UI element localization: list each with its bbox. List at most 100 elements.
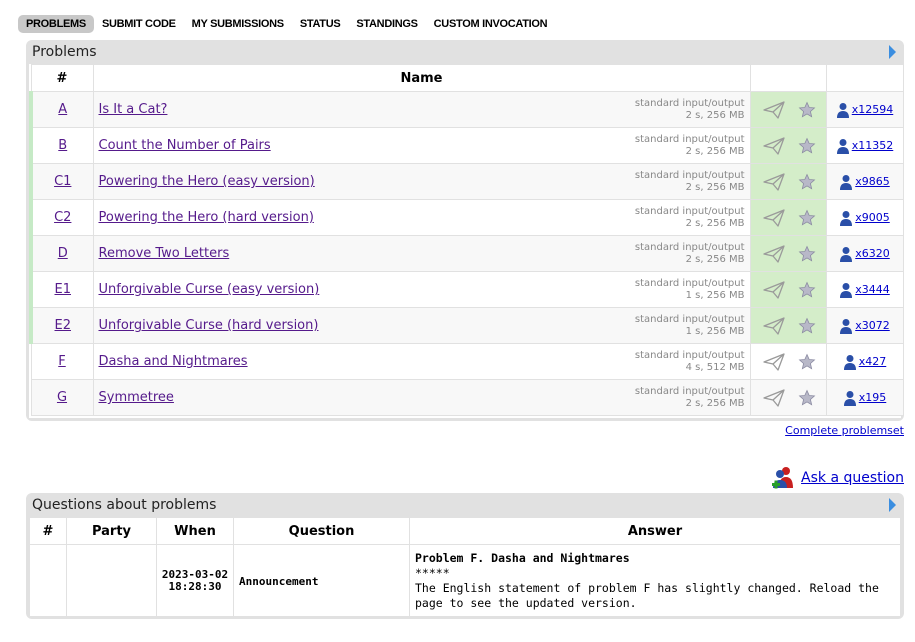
problem-limits: standard input/output 2 s, 256 MB (635, 98, 745, 122)
favorite-star-icon (798, 245, 815, 262)
favorite-star-icon (798, 137, 815, 154)
questions-panel-header: Questions about problems (26, 493, 904, 517)
submit-button[interactable] (762, 137, 785, 159)
problem-name-link[interactable]: Is It a Cat? (99, 102, 168, 117)
problem-solved-cell: x3444 (825, 271, 904, 308)
favorite-button[interactable] (798, 353, 816, 375)
questions-table: # Party When Question Answer 2023-03-02 … (29, 517, 901, 618)
submit-plane-icon (762, 137, 785, 155)
problem-name-link[interactable]: Powering the Hero (hard version) (99, 210, 314, 225)
submit-button[interactable] (762, 353, 785, 375)
user-icon (840, 318, 853, 334)
problem-io: standard input/output (634, 170, 745, 181)
nav-custom-invocation[interactable]: CUSTOM INVOCATION (426, 15, 556, 33)
submit-button[interactable] (762, 101, 785, 123)
problem-index-link[interactable]: F (58, 354, 65, 369)
favorite-button[interactable] (798, 173, 816, 195)
problem-limits: standard input/output 2 s, 256 MB (635, 242, 745, 266)
problem-solved-cell: x3072 (825, 307, 904, 344)
header-answer: Answer (409, 517, 901, 545)
problem-limits: standard input/output 2 s, 256 MB (635, 134, 745, 158)
problem-name-link[interactable]: Unforgivable Curse (hard version) (99, 318, 319, 333)
solved-count-link[interactable]: x195 (859, 391, 887, 404)
header-q-index: # (29, 517, 67, 545)
problem-name-link[interactable]: Remove Two Letters (99, 246, 230, 261)
problem-row: C2 Powering the Hero (hard version) standa… (29, 199, 904, 236)
solved-count-link[interactable]: x9865 (855, 175, 890, 188)
problem-name-cell: Is It a Cat? standard input/output 2 s, 25… (92, 91, 751, 128)
problem-index-cell: G (30, 379, 94, 416)
submit-button[interactable] (762, 209, 785, 231)
header-actions (749, 64, 827, 92)
problem-solved-cell: x9865 (825, 163, 904, 200)
problem-name-link[interactable]: Powering the Hero (easy version) (99, 174, 315, 189)
complete-problemset-link[interactable]: Complete problemset (785, 424, 904, 437)
problem-name-link[interactable]: Count the Number of Pairs (99, 138, 271, 153)
problem-time-memory: 2 s, 256 MB (685, 398, 745, 409)
problem-limits: standard input/output 1 s, 256 MB (635, 314, 745, 338)
favorite-button[interactable] (798, 317, 816, 339)
submit-button[interactable] (762, 245, 785, 267)
problem-time-memory: 2 s, 256 MB (685, 110, 745, 121)
solved-count-link[interactable]: x3072 (855, 319, 890, 332)
problems-panel-title: Problems (32, 44, 97, 60)
nav-standings[interactable]: STANDINGS (348, 15, 425, 33)
nav-problems[interactable]: PROBLEMS (18, 15, 94, 33)
problem-index-cell: C1 (29, 163, 94, 200)
problem-io: standard input/output (634, 278, 745, 289)
favorite-button[interactable] (798, 281, 816, 303)
problem-index-link[interactable]: E2 (55, 318, 72, 333)
problem-index-link[interactable]: E1 (55, 282, 72, 297)
expand-arrow-icon[interactable] (889, 498, 896, 512)
submit-button[interactable] (762, 317, 785, 339)
ask-question: Ask a question (771, 466, 904, 490)
favorite-button[interactable] (798, 101, 816, 123)
problem-index-link[interactable]: A (58, 102, 67, 117)
nav-status[interactable]: STATUS (292, 15, 349, 33)
problem-name-link[interactable]: Symmetree (99, 390, 174, 405)
solved-count-link[interactable]: x427 (859, 355, 887, 368)
problem-row: E2 Unforgivable Curse (hard version) stand… (29, 307, 904, 344)
problem-name-cell: Powering the Hero (hard version) standard… (92, 199, 751, 236)
favorite-button[interactable] (798, 245, 816, 267)
questions-header-row: # Party When Question Answer (29, 517, 901, 545)
submit-button[interactable] (762, 173, 785, 195)
problem-row: G Symmetree standard input/output 2 s, 256 … (30, 379, 904, 416)
problem-row: E1 Unforgivable Curse (easy version) stand… (29, 271, 904, 308)
problem-name-link[interactable]: Dasha and Nightmares (99, 354, 248, 369)
solved-count-link[interactable]: x12594 (852, 103, 894, 116)
problem-index-link[interactable]: C1 (54, 174, 71, 189)
favorite-button[interactable] (798, 137, 816, 159)
favorite-star-icon (798, 281, 815, 298)
favorite-star-icon (798, 389, 815, 406)
solved-count-link[interactable]: x6320 (855, 247, 890, 260)
problem-index-link[interactable]: D (58, 246, 68, 261)
problem-index-link[interactable]: C2 (54, 210, 71, 225)
favorite-button[interactable] (798, 389, 816, 411)
submit-plane-icon (762, 101, 785, 119)
solved-count-link[interactable]: x11352 (852, 139, 894, 152)
problem-name-link[interactable]: Unforgivable Curse (easy version) (99, 282, 320, 297)
problem-io: standard input/output (634, 314, 745, 325)
problem-index-cell: E2 (29, 307, 94, 344)
expand-arrow-icon[interactable] (889, 45, 896, 59)
answer-title: Problem F. Dasha and Nightmares (415, 551, 630, 565)
problem-index-cell: F (30, 343, 94, 380)
submit-button[interactable] (762, 389, 785, 411)
problem-index-link[interactable]: B (58, 138, 67, 153)
favorite-button[interactable] (798, 209, 816, 231)
problem-index-cell: A (29, 91, 94, 128)
nav-submit-code[interactable]: SUBMIT CODE (94, 15, 184, 33)
solved-count-link[interactable]: x3444 (855, 283, 890, 296)
header-solved (825, 64, 904, 92)
ask-question-link[interactable]: Ask a question (801, 470, 904, 486)
answer-separator: ***** (415, 566, 450, 580)
problem-actions-cell (749, 379, 827, 416)
solved-count-link[interactable]: x9005 (855, 211, 890, 224)
problem-index-cell: E1 (29, 271, 94, 308)
problems-panel-header: Problems (26, 40, 904, 64)
submit-plane-icon (762, 209, 785, 227)
nav-my-submissions[interactable]: MY SUBMISSIONS (184, 15, 292, 33)
problem-index-link[interactable]: G (57, 390, 67, 405)
submit-button[interactable] (762, 281, 785, 303)
